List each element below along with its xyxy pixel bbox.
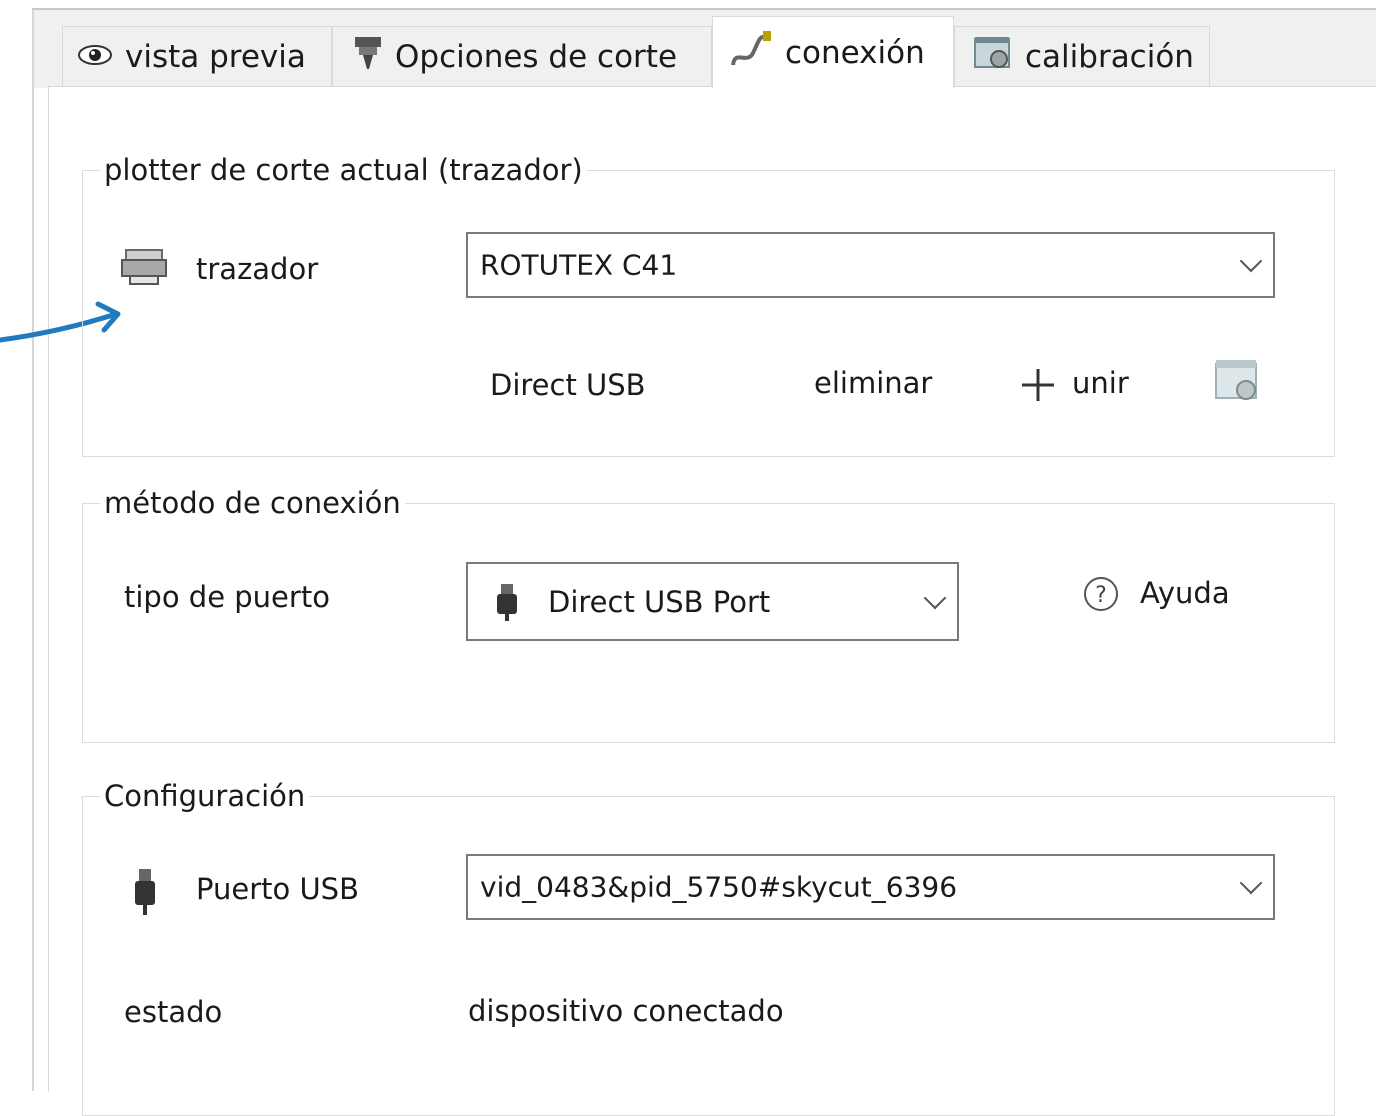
tab-label: vista previa	[125, 38, 306, 75]
status-label: estado	[124, 995, 223, 1029]
add-plotter-button[interactable]: unir	[1072, 366, 1129, 400]
calibration-settings-icon[interactable]	[1214, 358, 1264, 408]
tab-cut-options[interactable]: Opciones de corte	[332, 26, 712, 86]
plotter-select-value: ROTUTEX C41	[480, 248, 678, 282]
driver-label: Direct USB	[490, 368, 646, 402]
configuration-legend: Configuración	[100, 779, 310, 813]
svg-text:?: ?	[1095, 583, 1107, 608]
port-type-value: Direct USB Port	[548, 584, 771, 619]
port-type-select[interactable]: Direct USB Port	[466, 562, 959, 641]
chevron-down-icon	[1239, 871, 1263, 895]
connection-method-legend: método de conexión	[100, 486, 405, 520]
status-value: dispositivo conectado	[468, 994, 784, 1028]
usb-port-label: Puerto USB	[196, 872, 359, 906]
plotter-label: trazador	[196, 252, 319, 286]
calibration-icon	[973, 35, 1013, 79]
plotter-icon	[120, 248, 168, 292]
cable-icon	[729, 29, 773, 77]
blade-icon	[353, 35, 383, 79]
window-left-border	[32, 10, 34, 1091]
tab-calibration[interactable]: calibración	[954, 26, 1210, 86]
plotter-groupbox	[82, 170, 1335, 457]
usb-port-value: vid_0483&pid_5750#skycut_6396	[480, 870, 958, 904]
tab-connection[interactable]: conexión	[712, 16, 954, 88]
chevron-down-icon	[1239, 249, 1263, 273]
configuration-groupbox	[82, 796, 1335, 1116]
plotter-select[interactable]: ROTUTEX C41	[466, 232, 1275, 298]
eye-icon	[77, 39, 113, 75]
usb-plug-icon	[494, 582, 520, 629]
tab-preview[interactable]: vista previa	[62, 26, 332, 86]
delete-plotter-button[interactable]: eliminar	[814, 366, 932, 400]
tab-label: Opciones de corte	[395, 38, 678, 75]
usb-plug-icon	[132, 867, 158, 921]
plotter-group-legend: plotter de corte actual (trazador)	[100, 153, 587, 187]
chevron-down-icon	[923, 586, 947, 609]
tab-label: calibración	[1025, 38, 1194, 75]
port-type-label: tipo de puerto	[124, 580, 330, 614]
plus-icon	[1020, 367, 1056, 407]
help-button[interactable]: Ayuda	[1140, 576, 1230, 610]
help-icon[interactable]: ?	[1082, 575, 1120, 617]
usb-port-select[interactable]: vid_0483&pid_5750#skycut_6396	[466, 854, 1275, 920]
tab-label: conexión	[785, 34, 925, 71]
